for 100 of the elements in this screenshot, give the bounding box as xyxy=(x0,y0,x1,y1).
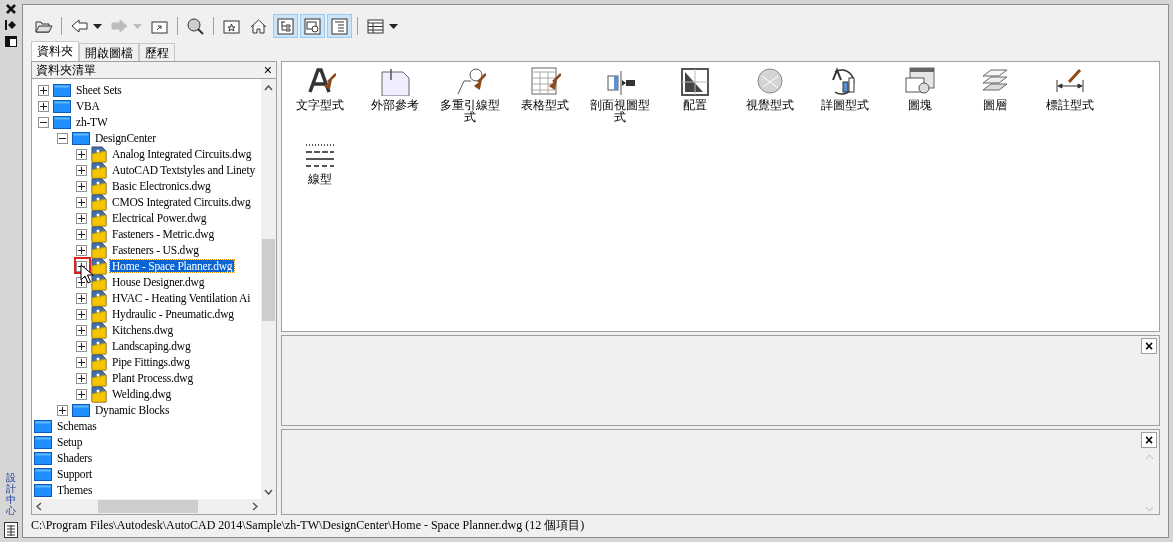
plus-icon xyxy=(78,374,85,382)
tree-item[interactable]: Landscaping.dwg xyxy=(110,340,193,352)
tree-item[interactable]: Analog Integrated Circuits.dwg xyxy=(110,148,254,160)
content-item[interactable]: 文字型式 xyxy=(288,99,351,111)
folder-icon xyxy=(34,467,52,481)
content-item[interactable]: 視覺型式 xyxy=(738,99,801,111)
content-item[interactable]: 表格型式 xyxy=(513,99,576,111)
content-item[interactable]: 圖層 xyxy=(963,99,1026,111)
tab[interactable]: 開啟圖檔 xyxy=(79,43,139,61)
close-button[interactable]: × xyxy=(1141,432,1157,448)
plus-icon xyxy=(78,182,85,190)
horizontal-scrollbar[interactable] xyxy=(32,499,276,514)
tree-item[interactable]: Shaders xyxy=(55,452,94,464)
tree-item[interactable]: Home - Space Planner.dwg xyxy=(110,260,235,272)
tab[interactable]: 資料夾 xyxy=(31,41,79,61)
expand-toggle[interactable] xyxy=(57,404,68,416)
expand-toggle[interactable] xyxy=(76,196,87,208)
tree-item[interactable]: DesignCenter xyxy=(93,132,158,144)
tree-item[interactable]: Fasteners - US.dwg xyxy=(110,244,201,256)
tree-item[interactable]: Plant Process.dwg xyxy=(110,372,195,384)
content-item[interactable]: 剖面視圖型式 xyxy=(588,99,651,123)
tree-item[interactable]: Schemas xyxy=(55,420,99,432)
expand-toggle[interactable] xyxy=(76,340,87,352)
scroll-up-icon[interactable] xyxy=(264,85,273,91)
tree-item[interactable]: Sheet Sets xyxy=(74,84,124,96)
tree-item[interactable]: Support xyxy=(55,468,95,480)
expand-toggle[interactable] xyxy=(76,388,87,400)
expand-toggle[interactable] xyxy=(57,132,68,144)
tree-view-icon xyxy=(276,16,295,36)
plus-icon xyxy=(78,294,85,302)
expand-toggle[interactable] xyxy=(38,100,49,112)
expand-toggle[interactable] xyxy=(76,324,87,336)
preview-icon xyxy=(303,16,322,36)
expand-toggle[interactable] xyxy=(76,212,87,224)
expand-toggle[interactable] xyxy=(76,292,87,304)
expand-toggle[interactable] xyxy=(76,228,87,240)
scrollbar-thumb[interactable] xyxy=(98,500,198,513)
scroll-left-icon[interactable] xyxy=(36,502,42,511)
tree-item[interactable]: Pipe Fittings.dwg xyxy=(110,356,192,368)
expand-toggle[interactable] xyxy=(76,372,87,384)
tree-item[interactable]: Hydraulic - Pneumatic.dwg xyxy=(110,308,236,320)
content-item[interactable]: 標註型式 xyxy=(1038,99,1101,111)
scrollbar-thumb[interactable] xyxy=(262,239,275,321)
folder-icon xyxy=(53,115,71,129)
content-item[interactable]: 配置 xyxy=(663,99,726,111)
toolbar-button[interactable] xyxy=(273,14,298,38)
drawing-file-icon xyxy=(91,289,107,307)
caret-icon xyxy=(133,23,142,29)
close-icon[interactable] xyxy=(6,4,16,14)
tree-item[interactable]: Welding.dwg xyxy=(110,388,174,400)
content-item[interactable]: 多重引線型式 xyxy=(438,99,501,123)
folder-icon xyxy=(53,99,71,113)
tree-item[interactable]: Kitchens.dwg xyxy=(110,324,176,336)
palette-title: 設計中心 xyxy=(6,472,16,516)
vertical-scrollbar[interactable] xyxy=(261,79,276,499)
expand-toggle[interactable] xyxy=(76,308,87,320)
expand-toggle[interactable] xyxy=(76,356,87,368)
tree-item[interactable]: Setup xyxy=(55,436,85,448)
toolbar-button[interactable] xyxy=(300,14,325,38)
expand-toggle[interactable] xyxy=(76,164,87,176)
drawing-file-icon xyxy=(91,193,107,211)
drawing-file-icon xyxy=(91,273,107,291)
expand-toggle[interactable] xyxy=(38,116,49,128)
content-item[interactable]: 外部參考 xyxy=(363,99,426,111)
plus-icon xyxy=(78,230,85,238)
caret-icon xyxy=(389,23,398,29)
plus-icon xyxy=(78,310,85,318)
content-item[interactable]: 圖塊 xyxy=(888,99,951,111)
expand-toggle[interactable] xyxy=(76,180,87,192)
tree-item[interactable]: Fasteners - Metric.dwg xyxy=(110,228,216,240)
auto-hide-icon[interactable] xyxy=(5,20,17,30)
tree-item[interactable]: Themes xyxy=(55,484,95,496)
tree-item[interactable]: Basic Electronics.dwg xyxy=(110,180,213,192)
tree-item[interactable]: zh-TW xyxy=(74,116,110,128)
drawing-file-icon xyxy=(91,177,107,195)
tab[interactable]: 歷程 xyxy=(139,43,175,61)
content-item[interactable]: 線型 xyxy=(288,173,351,185)
tree-item[interactable]: CMOS Integrated Circuits.dwg xyxy=(110,196,253,208)
scroll-right-icon[interactable] xyxy=(252,502,258,511)
plus-icon xyxy=(78,326,85,334)
tree-item[interactable]: HVAC - Heating Ventilation Ai xyxy=(110,292,253,304)
expand-toggle[interactable] xyxy=(76,244,87,256)
tree-item[interactable]: Dynamic Blocks xyxy=(93,404,172,416)
folder-icon xyxy=(34,435,52,449)
plus-icon xyxy=(78,246,85,254)
content-item[interactable]: 詳圖型式 xyxy=(813,99,876,111)
tree-item[interactable]: VBA xyxy=(74,100,102,112)
scroll-down-icon[interactable] xyxy=(264,489,273,495)
folder-icon xyxy=(53,83,71,97)
expand-toggle[interactable] xyxy=(76,148,87,160)
tree-item[interactable]: Electrical Power.dwg xyxy=(110,212,209,224)
plus-icon xyxy=(78,214,85,222)
expand-toggle[interactable] xyxy=(38,84,49,96)
tree-item[interactable]: AutoCAD Textstyles and Linety xyxy=(110,164,257,176)
tree-item[interactable]: House Designer.dwg xyxy=(110,276,207,288)
drawing-file-icon xyxy=(91,257,107,275)
palette-grid-icon[interactable] xyxy=(4,522,18,538)
close-button[interactable]: × xyxy=(1141,337,1157,354)
close-button[interactable]: × xyxy=(263,63,272,77)
properties-icon[interactable] xyxy=(5,36,17,47)
